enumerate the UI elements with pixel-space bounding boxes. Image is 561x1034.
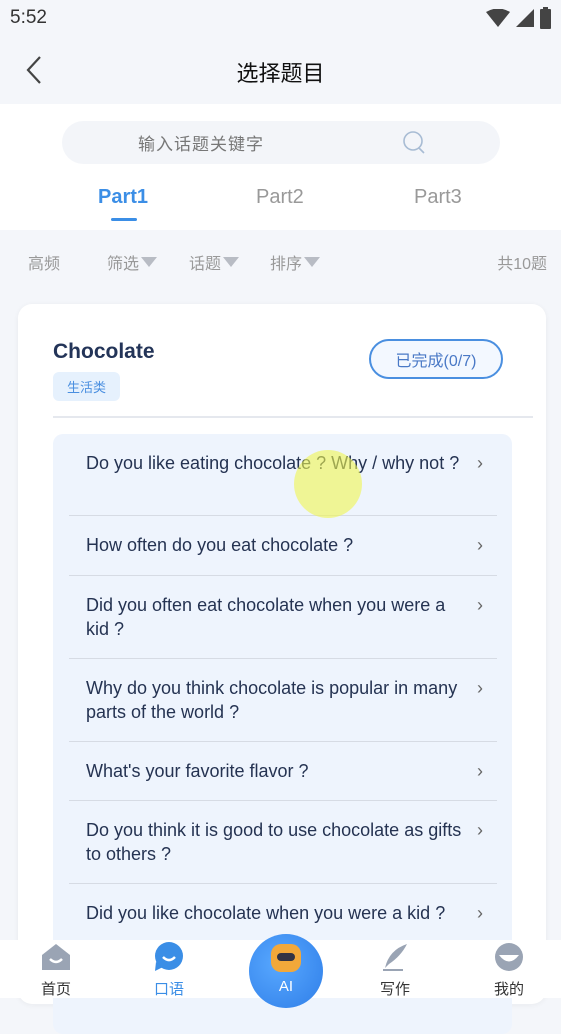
- nav-home[interactable]: 首页: [16, 940, 96, 998]
- search-input[interactable]: 输入话题关键字: [62, 121, 500, 164]
- status-bar: 5:52: [0, 0, 561, 36]
- battery-icon: [540, 7, 551, 29]
- divider: [53, 416, 533, 418]
- chat-bubble-icon: [155, 942, 183, 971]
- nav-mine-label: 我的: [493, 981, 524, 998]
- progress-button[interactable]: 已完成(0/7): [369, 339, 503, 379]
- wifi-icon: [486, 9, 510, 27]
- filter-label: 筛选: [107, 256, 140, 273]
- sort-dropdown[interactable]: 排序: [270, 250, 321, 274]
- filter-dropdown[interactable]: 筛选: [107, 250, 158, 274]
- tab-part2[interactable]: Part2: [256, 186, 304, 209]
- chevron-right-icon: ›: [477, 761, 483, 781]
- nav-speaking[interactable]: 口语: [129, 940, 209, 998]
- search-icon[interactable]: [402, 130, 428, 156]
- question-text: Do you like eating chocolate ? Why / why…: [86, 453, 460, 473]
- filter-bar: 高频 筛选 话题 排序 共10题: [0, 250, 561, 274]
- robot-icon: [271, 944, 301, 972]
- question-item[interactable]: What's your favorite flavor ? ›: [69, 742, 497, 801]
- tab-part3[interactable]: Part3: [414, 186, 462, 209]
- topic-card: Chocolate 生活类 已完成(0/7) Do you like eatin…: [18, 304, 546, 1034]
- question-count: 共10题: [497, 256, 547, 273]
- dropdown-arrow-icon: [141, 257, 158, 267]
- nav-writing[interactable]: 写作: [355, 940, 435, 998]
- category-tag: 生活类: [53, 372, 121, 401]
- nav-mine[interactable]: 我的: [469, 940, 549, 998]
- status-time: 5:52: [10, 7, 47, 28]
- chevron-right-icon: ›: [477, 453, 483, 473]
- home-icon: [42, 944, 70, 970]
- bottom-nav: 首页 口语 AI 写作 我的: [0, 934, 561, 1008]
- chevron-right-icon: ›: [477, 820, 483, 840]
- page-title: 选择题目: [236, 61, 325, 86]
- app-header: 选择题目: [0, 36, 561, 104]
- active-tab-indicator: [111, 218, 137, 221]
- filter-hot[interactable]: 高频: [28, 250, 60, 274]
- chevron-right-icon: ›: [477, 678, 483, 698]
- question-item[interactable]: Did you often eat chocolate when you wer…: [69, 576, 497, 659]
- chevron-right-icon: ›: [477, 595, 483, 615]
- nav-ai[interactable]: AI: [249, 934, 323, 1008]
- nav-writing-label: 写作: [379, 981, 410, 998]
- topic-title: Chocolate: [53, 340, 155, 363]
- part-tabs: Part1 Part2 Part3: [0, 186, 561, 221]
- dropdown-arrow-icon: [223, 257, 240, 267]
- question-text: Do you think it is good to use chocolate…: [86, 820, 462, 864]
- question-text: Did you like chocolate when you were a k…: [86, 903, 446, 923]
- question-text: Did you often eat chocolate when you wer…: [86, 595, 446, 639]
- topic-label: 话题: [189, 256, 222, 273]
- top-panel: 输入话题关键字 Part1 Part2 Part3: [0, 104, 561, 230]
- question-item[interactable]: Why do you think chocolate is popular in…: [69, 659, 497, 742]
- quill-icon: [383, 944, 407, 971]
- question-item[interactable]: Do you like eating chocolate ? Why / why…: [69, 434, 497, 516]
- nav-home-label: 首页: [40, 981, 71, 998]
- question-item[interactable]: Do you think it is good to use chocolate…: [69, 801, 497, 884]
- nav-speaking-label: 口语: [153, 981, 184, 998]
- nav-ai-label: AI: [278, 978, 294, 995]
- tab-part1[interactable]: Part1: [98, 186, 148, 209]
- question-item[interactable]: How often do you eat chocolate ? ›: [69, 516, 497, 576]
- question-text: How often do you eat chocolate ?: [86, 535, 354, 555]
- touch-indicator: [294, 450, 362, 518]
- chevron-right-icon: ›: [477, 903, 483, 923]
- question-text: Why do you think chocolate is popular in…: [86, 678, 458, 722]
- signal-icon: [516, 9, 534, 27]
- dropdown-arrow-icon: [304, 257, 321, 267]
- search-placeholder: 输入话题关键字: [138, 135, 264, 154]
- sort-label: 排序: [270, 256, 303, 273]
- topic-dropdown[interactable]: 话题: [189, 250, 240, 274]
- profile-icon: [495, 943, 523, 971]
- chevron-right-icon: ›: [477, 535, 483, 555]
- question-text: What's your favorite flavor ?: [86, 761, 309, 781]
